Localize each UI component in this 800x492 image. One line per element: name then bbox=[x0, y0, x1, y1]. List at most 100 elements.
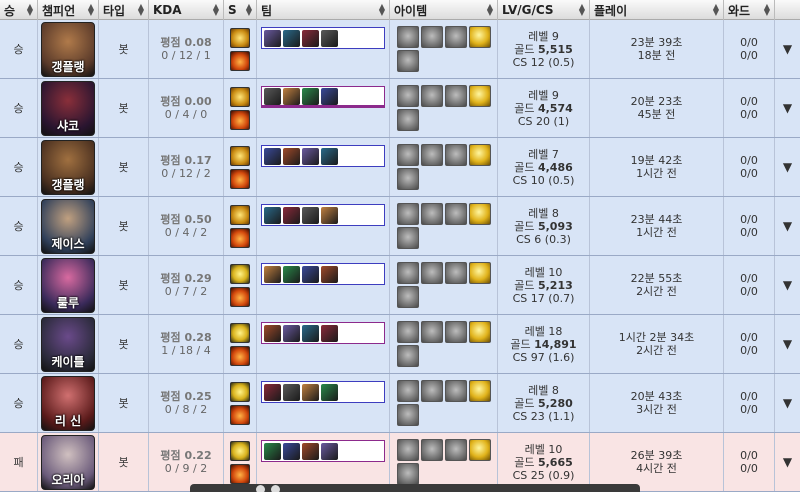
champion-cell[interactable]: 오리아 bbox=[38, 433, 99, 491]
item-slot-icon[interactable] bbox=[444, 262, 467, 284]
item-slot-icon[interactable] bbox=[396, 463, 419, 485]
teammate-icon[interactable] bbox=[264, 147, 281, 165]
teammate-icon[interactable] bbox=[264, 383, 281, 401]
col-play[interactable]: 플레이 ▲ ▼ bbox=[590, 0, 724, 20]
teammate-icon[interactable] bbox=[302, 265, 319, 283]
expand-button[interactable]: ▼ bbox=[775, 315, 800, 373]
champion-cell[interactable]: 리 신 bbox=[38, 374, 99, 432]
sort-icon[interactable]: ▲ ▼ bbox=[764, 3, 770, 17]
trinket-icon[interactable] bbox=[468, 439, 491, 461]
champion-portrait[interactable]: 갱플랭 bbox=[41, 139, 95, 195]
champion-cell[interactable]: 갱플랭 bbox=[38, 20, 99, 78]
item-slot-icon[interactable] bbox=[420, 321, 443, 343]
col-items[interactable]: 아이템 ▲ ▼ bbox=[390, 0, 498, 20]
trinket-icon[interactable] bbox=[468, 380, 491, 402]
item-slot-icon[interactable] bbox=[396, 345, 419, 367]
champion-cell[interactable]: 갱플랭 bbox=[38, 138, 99, 196]
champion-cell[interactable]: 룰루 bbox=[38, 256, 99, 314]
teammate-icon[interactable] bbox=[321, 87, 338, 105]
champion-cell[interactable]: 샤코 bbox=[38, 79, 99, 137]
col-type[interactable]: 타입 ▲ ▼ bbox=[99, 0, 149, 20]
item-slot-icon[interactable] bbox=[444, 203, 467, 225]
item-slot-icon[interactable] bbox=[420, 380, 443, 402]
teammate-icon[interactable] bbox=[283, 147, 300, 165]
col-ward[interactable]: 와드 ▲ ▼ bbox=[724, 0, 775, 20]
teammate-icon[interactable] bbox=[264, 206, 281, 224]
item-slot-icon[interactable] bbox=[420, 85, 443, 107]
col-kda[interactable]: KDA ▲ ▼ bbox=[149, 0, 224, 20]
teammate-icon[interactable] bbox=[321, 206, 338, 224]
teammate-icon[interactable] bbox=[321, 147, 338, 165]
teammate-icon[interactable] bbox=[283, 442, 300, 460]
item-slot-icon[interactable] bbox=[396, 26, 419, 48]
teammate-icon[interactable] bbox=[264, 442, 281, 460]
item-slot-icon[interactable] bbox=[420, 144, 443, 166]
col-spell[interactable]: S ▲ ▼ bbox=[224, 0, 257, 20]
teammate-icon[interactable] bbox=[302, 206, 319, 224]
sort-icon[interactable]: ▲ ▼ bbox=[379, 3, 385, 17]
trinket-icon[interactable] bbox=[468, 26, 491, 48]
teammate-icon[interactable] bbox=[283, 29, 300, 47]
table-row[interactable]: 승 룰루 봇 평점 0.29 0 / 7 / 2 레벨 10 골드 5,213 … bbox=[0, 256, 800, 315]
sort-icon[interactable]: ▲ ▼ bbox=[487, 3, 493, 17]
table-row[interactable]: 승 리 신 봇 평점 0.25 0 / 8 / 2 레벨 8 골드 5,280 … bbox=[0, 374, 800, 433]
item-slot-icon[interactable] bbox=[420, 203, 443, 225]
sort-icon[interactable]: ▲ ▼ bbox=[138, 3, 144, 17]
expand-button[interactable]: ▼ bbox=[775, 256, 800, 314]
item-slot-icon[interactable] bbox=[396, 286, 419, 308]
teammate-icon[interactable] bbox=[302, 442, 319, 460]
expand-button[interactable]: ▼ bbox=[775, 197, 800, 255]
teammate-icon[interactable] bbox=[283, 383, 300, 401]
teammate-icon[interactable] bbox=[283, 324, 300, 342]
col-team[interactable]: 팀 ▲ ▼ bbox=[257, 0, 390, 20]
trinket-icon[interactable] bbox=[468, 144, 491, 166]
teammate-icon[interactable] bbox=[321, 29, 338, 47]
champion-cell[interactable]: 제이스 bbox=[38, 197, 99, 255]
item-slot-icon[interactable] bbox=[444, 85, 467, 107]
expand-button[interactable]: ▼ bbox=[775, 79, 800, 137]
item-slot-icon[interactable] bbox=[444, 26, 467, 48]
sort-icon[interactable]: ▲ ▼ bbox=[27, 3, 33, 17]
champion-portrait[interactable]: 갱플랭 bbox=[41, 21, 95, 77]
champion-portrait[interactable]: 리 신 bbox=[41, 375, 95, 431]
sort-icon[interactable]: ▲ ▼ bbox=[246, 3, 252, 17]
item-slot-icon[interactable] bbox=[444, 144, 467, 166]
table-row[interactable]: 승 갱플랭 봇 평점 0.08 0 / 12 / 1 레벨 9 골드 5,515… bbox=[0, 20, 800, 79]
trinket-icon[interactable] bbox=[468, 321, 491, 343]
champion-portrait[interactable]: 제이스 bbox=[41, 198, 95, 254]
sort-icon[interactable]: ▲ ▼ bbox=[713, 3, 719, 17]
table-row[interactable]: 승 케이틀 봇 평점 0.28 1 / 18 / 4 레벨 18 골드 14,8… bbox=[0, 315, 800, 374]
teammate-icon[interactable] bbox=[302, 383, 319, 401]
teammate-icon[interactable] bbox=[321, 442, 338, 460]
item-slot-icon[interactable] bbox=[396, 144, 419, 166]
item-slot-icon[interactable] bbox=[396, 404, 419, 426]
teammate-icon[interactable] bbox=[264, 29, 281, 47]
item-slot-icon[interactable] bbox=[420, 26, 443, 48]
item-slot-icon[interactable] bbox=[396, 50, 419, 72]
item-slot-icon[interactable] bbox=[420, 262, 443, 284]
champion-portrait[interactable]: 샤코 bbox=[41, 80, 95, 136]
item-slot-icon[interactable] bbox=[396, 85, 419, 107]
item-slot-icon[interactable] bbox=[396, 109, 419, 131]
item-slot-icon[interactable] bbox=[396, 203, 419, 225]
teammate-icon[interactable] bbox=[302, 324, 319, 342]
trinket-icon[interactable] bbox=[468, 203, 491, 225]
champion-portrait[interactable]: 룰루 bbox=[41, 257, 95, 313]
sort-icon[interactable]: ▲ ▼ bbox=[579, 3, 585, 17]
teammate-icon[interactable] bbox=[264, 265, 281, 283]
item-slot-icon[interactable] bbox=[444, 321, 467, 343]
teammate-icon[interactable] bbox=[283, 206, 300, 224]
expand-button[interactable]: ▼ bbox=[775, 374, 800, 432]
champion-cell[interactable]: 케이틀 bbox=[38, 315, 99, 373]
teammate-icon[interactable] bbox=[321, 265, 338, 283]
item-slot-icon[interactable] bbox=[444, 439, 467, 461]
teammate-icon[interactable] bbox=[302, 29, 319, 47]
item-slot-icon[interactable] bbox=[396, 321, 419, 343]
trinket-icon[interactable] bbox=[468, 262, 491, 284]
item-slot-icon[interactable] bbox=[396, 227, 419, 249]
sort-icon[interactable]: ▲ ▼ bbox=[88, 3, 94, 17]
item-slot-icon[interactable] bbox=[396, 439, 419, 461]
prev-icon[interactable] bbox=[256, 484, 265, 492]
item-slot-icon[interactable] bbox=[444, 380, 467, 402]
teammate-icon[interactable] bbox=[264, 324, 281, 342]
